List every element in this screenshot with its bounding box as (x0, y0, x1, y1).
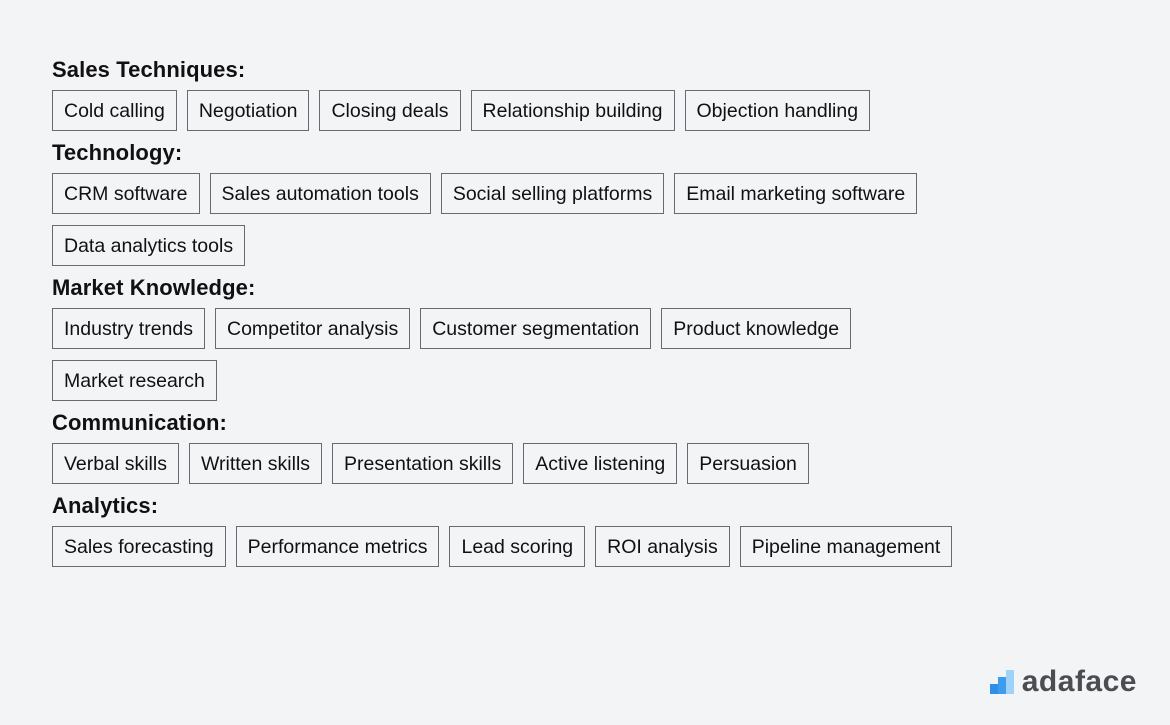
skill-tag: Verbal skills (52, 443, 179, 484)
skill-section: Technology: CRM software Sales automation … (52, 139, 1052, 266)
skill-tag: Negotiation (186, 90, 310, 131)
skill-tag: Closing deals (319, 90, 461, 131)
skills-container: Sales Techniques: Cold calling Negotiation… (52, 56, 1052, 575)
skill-section: Market Knowledge: Industry trends Competit… (52, 274, 1052, 401)
skill-section: Analytics: Sales forecasting Performance m… (52, 492, 1052, 567)
skill-section: Sales Techniques: Cold calling Negotiation… (52, 56, 1052, 131)
skill-tag: Industry trends (52, 308, 205, 349)
skill-tag: Data analytics tools (52, 225, 246, 266)
skill-tag: CRM software (52, 173, 200, 214)
skill-tag: Product knowledge (661, 308, 852, 349)
skill-tag: ROI analysis (595, 526, 730, 567)
skill-tag: Sales automation tools (209, 173, 431, 214)
skill-section: Communication: Verbal skills Written skill… (52, 409, 1052, 484)
tag-list: Verbal skills Written skills Presentation … (52, 443, 1012, 484)
skill-tag: Customer segmentation (420, 308, 652, 349)
tag-list: Industry trends Competitor analysis Custom… (52, 308, 1012, 401)
skill-tag: Written skills (188, 443, 323, 484)
skill-tag: Active listening (523, 443, 678, 484)
tag-list: Sales forecasting Performance metrics Lead… (52, 526, 1012, 567)
skill-tag: Market research (52, 360, 217, 401)
skill-tag: Pipeline management (739, 526, 953, 567)
skill-tag: Competitor analysis (214, 308, 411, 349)
adaface-logo: adaface (989, 665, 1137, 699)
skill-tag: Email marketing software (674, 173, 918, 214)
skill-tag: Objection handling (684, 90, 871, 131)
skill-tag: Performance metrics (235, 526, 440, 567)
skill-tag: Persuasion (687, 443, 809, 484)
skill-tag: Cold calling (52, 90, 177, 131)
tag-list: CRM software Sales automation tools Social… (52, 173, 1012, 266)
logo-text: adaface (1021, 665, 1137, 698)
section-title: Sales Techniques: (52, 57, 246, 82)
skill-tag: Lead scoring (449, 526, 586, 567)
skill-tag: Social selling platforms (440, 173, 665, 214)
skill-tag: Relationship building (470, 90, 675, 131)
section-title: Analytics: (52, 493, 159, 518)
section-title: Technology: (52, 140, 183, 165)
section-title: Communication: (52, 410, 227, 435)
section-title: Market Knowledge: (52, 275, 256, 300)
tag-list: Cold calling Negotiation Closing deals Rela… (52, 90, 1012, 131)
bar-chart-logo-icon (989, 670, 1014, 694)
skill-tag: Sales forecasting (52, 526, 226, 567)
skill-tag: Presentation skills (332, 443, 514, 484)
